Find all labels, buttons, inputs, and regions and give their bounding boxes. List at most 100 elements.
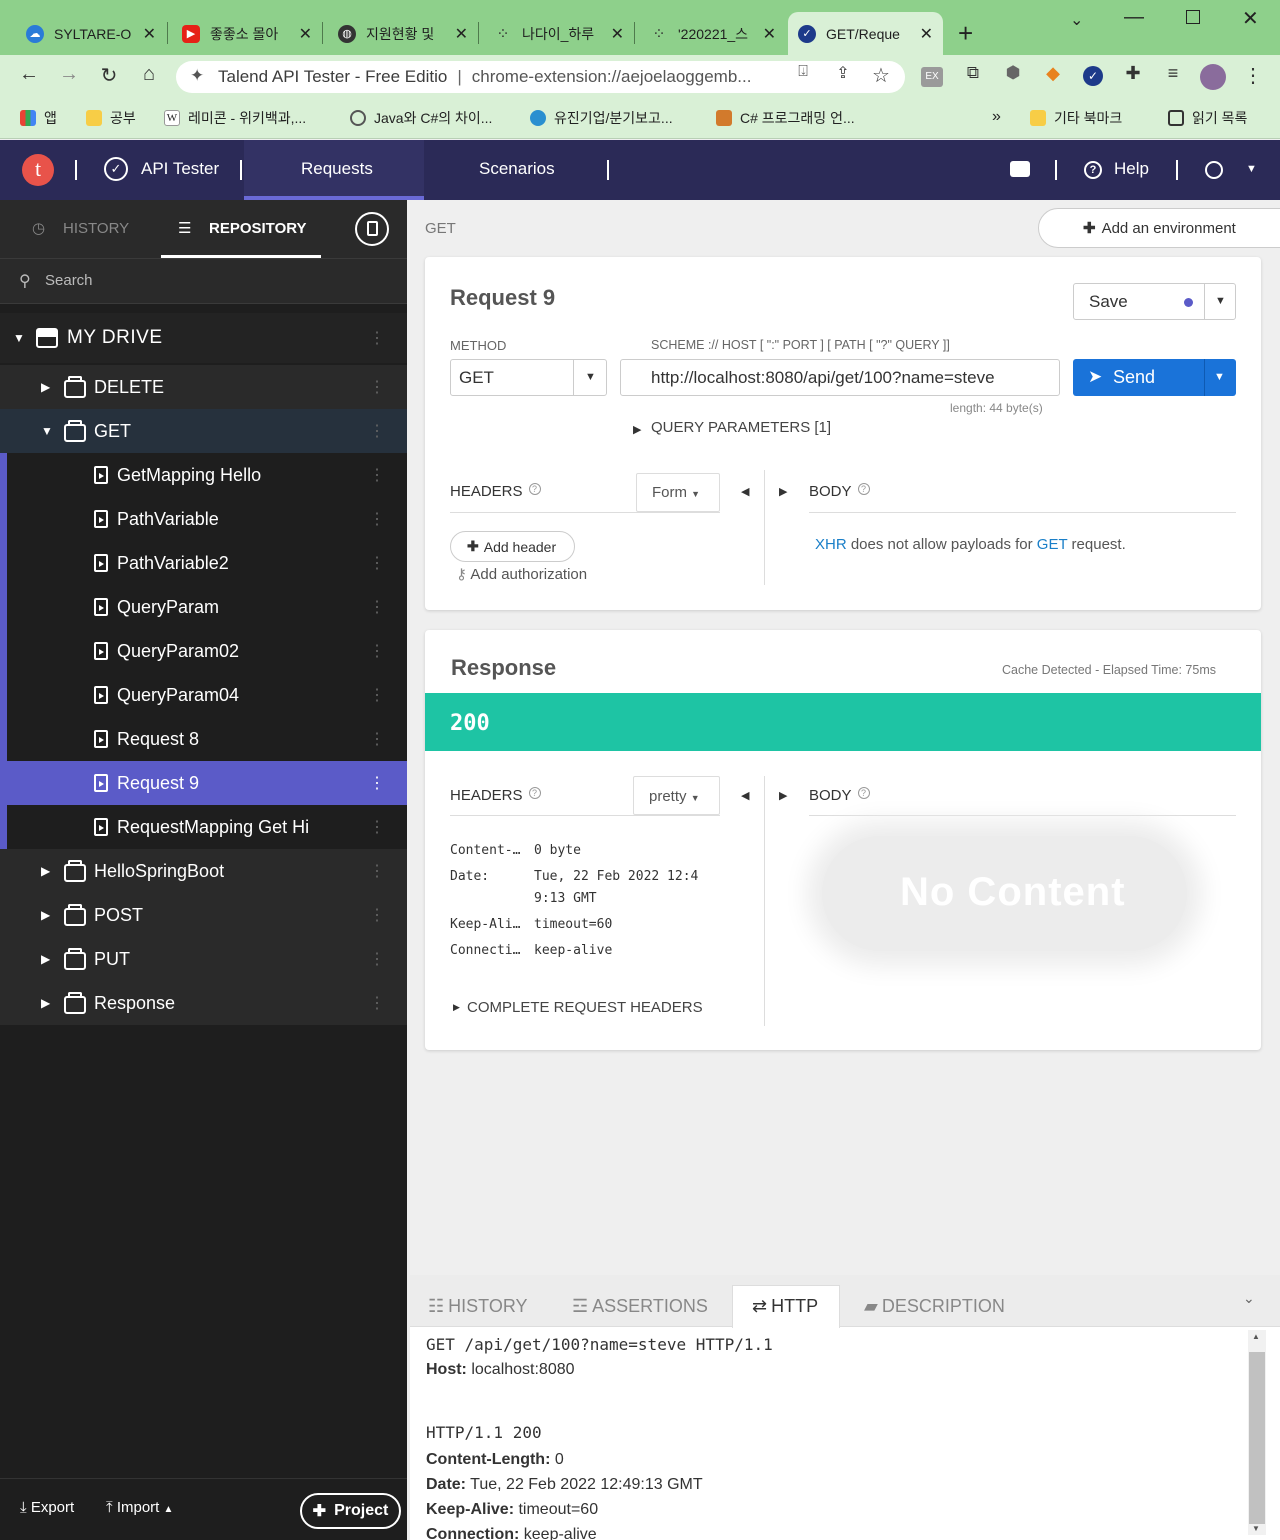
request-row-request-8[interactable]: Request 8 ⋮ [7, 717, 407, 761]
extension-ex-icon[interactable]: EX [921, 67, 943, 87]
window-close-icon[interactable]: ✕ [1242, 6, 1259, 31]
menu-kebab-icon[interactable]: ⋮ [1240, 63, 1266, 88]
help-link[interactable]: Help [1114, 159, 1149, 179]
add-project-button[interactable]: ✚ Project [300, 1493, 401, 1529]
more-options-icon[interactable]: ⋮ [369, 328, 385, 348]
back-icon[interactable]: ← [16, 63, 42, 86]
bookmarks-overflow-button[interactable]: » [992, 108, 1001, 126]
method-select[interactable]: GET ▼ [450, 359, 607, 396]
more-options-icon[interactable]: ⋮ [369, 421, 385, 441]
save-options-chevron-icon[interactable]: ▼ [1215, 295, 1226, 307]
home-icon[interactable]: ⌂ [136, 63, 162, 86]
close-tab-icon[interactable]: ✕ [143, 24, 156, 44]
browser-tab-active[interactable]: ✓ GET/Reque ✕ [788, 12, 943, 55]
help-icon[interactable]: ? [857, 483, 870, 495]
query-parameters-toggle[interactable]: QUERY PARAMETERS [1] [651, 419, 831, 436]
close-tab-icon[interactable]: ✕ [763, 24, 776, 44]
url-input[interactable]: http://localhost:8080/api/get/100?name=s… [620, 359, 1060, 396]
product-name[interactable]: API Tester [141, 159, 219, 179]
more-options-icon[interactable]: ⋮ [369, 597, 385, 617]
bottom-tab-http[interactable]: ⇄ HTTP [752, 1285, 818, 1327]
request-row-request-9-selected[interactable]: Request 9 ⋮ [7, 761, 407, 805]
browser-tab[interactable]: ☁ SYLTARE-O ✕ [16, 12, 166, 55]
help-circle-icon[interactable]: ? [1084, 161, 1102, 179]
bookmark-apps[interactable]: 앱 [20, 108, 57, 128]
account-chevron-down-icon[interactable]: ▼ [1246, 163, 1257, 175]
scrollbar-thumb[interactable] [1249, 1352, 1265, 1524]
more-options-icon[interactable]: ⋮ [369, 905, 385, 925]
save-button[interactable]: Save [1089, 292, 1128, 312]
close-tab-icon[interactable]: ✕ [920, 24, 933, 44]
help-icon[interactable]: ? [528, 483, 541, 495]
talend-logo[interactable]: t [22, 154, 54, 186]
reading-list[interactable]: 읽기 목록 [1168, 108, 1247, 128]
media-control-icon[interactable]: ≡ [1160, 63, 1186, 84]
response-headers-mode-select[interactable]: pretty ▼ [633, 776, 720, 815]
request-row-pathvariable2[interactable]: PathVariable2 ⋮ [7, 541, 407, 585]
scrollbar-track[interactable]: ▲ ▼ [1248, 1330, 1266, 1535]
more-options-icon[interactable]: ⋮ [369, 993, 385, 1013]
more-options-icon[interactable]: ⋮ [369, 553, 385, 573]
feedback-chat-icon[interactable] [1010, 161, 1030, 177]
bottom-tab-assertions[interactable]: ☲ ASSERTIONS [572, 1285, 708, 1327]
close-tab-icon[interactable]: ✕ [299, 24, 312, 44]
help-icon[interactable]: ? [857, 787, 870, 799]
scroll-down-arrow-icon[interactable]: ▼ [1252, 1524, 1260, 1533]
extension-talend-icon[interactable]: ✓ [1083, 66, 1103, 86]
search-input[interactable]: Search [45, 272, 93, 289]
my-drive-row[interactable]: ▼ MY DRIVE ⋮ [0, 313, 407, 363]
more-options-icon[interactable]: ⋮ [369, 773, 385, 793]
profile-avatar[interactable] [1200, 64, 1226, 90]
new-file-button[interactable] [355, 212, 389, 246]
close-tab-icon[interactable]: ✕ [455, 24, 468, 44]
bottom-tab-description[interactable]: ▰ DESCRIPTION [864, 1285, 1005, 1327]
reload-icon[interactable]: ↻ [96, 63, 122, 88]
collapse-left-icon[interactable]: ◀ [741, 789, 749, 802]
extension-fox-icon[interactable]: ◆ [1040, 63, 1066, 84]
more-options-icon[interactable]: ⋮ [369, 949, 385, 969]
request-row-getmapping-hello[interactable]: GetMapping Hello ⋮ [7, 453, 407, 497]
headers-mode-select[interactable]: Form ▼ [636, 473, 720, 512]
collapse-left-icon[interactable]: ◀ [741, 485, 749, 498]
add-authorization-link[interactable]: ⚷ Add authorization [456, 565, 587, 583]
new-tab-button[interactable]: + [958, 18, 973, 49]
add-header-button[interactable]: ✚ Add header [450, 531, 575, 562]
nav-tab-scenarios[interactable]: Scenarios [479, 159, 555, 179]
collapse-right-icon[interactable]: ▶ [779, 485, 787, 498]
more-options-icon[interactable]: ⋮ [369, 817, 385, 837]
bookmark-java-csharp[interactable]: Java와 C#의 차이... [350, 108, 492, 128]
bookmark-wikipedia[interactable]: W 레미콘 - 위키백과,... [164, 108, 306, 128]
more-options-icon[interactable]: ⋮ [369, 509, 385, 529]
help-icon[interactable]: ? [528, 787, 541, 799]
close-tab-icon[interactable]: ✕ [611, 24, 624, 44]
extensions-puzzle-icon[interactable]: ✚ [1120, 63, 1146, 84]
more-options-icon[interactable]: ⋮ [369, 861, 385, 881]
sidebar-tab-history[interactable]: HISTORY [63, 220, 129, 237]
request-row-queryparam02[interactable]: QueryParam02 ⋮ [7, 629, 407, 673]
bookmark-other[interactable]: 기타 북마크 [1030, 108, 1122, 128]
folder-row-delete[interactable]: ▶ DELETE ⋮ [0, 365, 407, 409]
user-account-icon[interactable] [1205, 161, 1223, 179]
more-options-icon[interactable]: ⋮ [369, 377, 385, 397]
request-row-queryparam[interactable]: QueryParam ⋮ [7, 585, 407, 629]
tab-search-icon[interactable]: ⌄ [1070, 10, 1083, 30]
extension-cast-icon[interactable]: ⧉ [960, 63, 986, 83]
request-row-queryparam04[interactable]: QueryParam04 ⋮ [7, 673, 407, 717]
extension-k-icon[interactable]: ⬢ [1000, 63, 1026, 83]
collapse-panel-chevron-icon[interactable]: ⌄ [1243, 1290, 1255, 1307]
bookmark-eugene[interactable]: 유진기업/분기보고... [530, 108, 673, 128]
bottom-tab-history[interactable]: ☷ HISTORY [428, 1285, 528, 1327]
send-button[interactable]: Send [1113, 367, 1155, 388]
translate-icon[interactable]: ⍗ [790, 63, 816, 81]
bookmark-study[interactable]: 공부 [86, 108, 136, 128]
forward-icon[interactable]: → [56, 63, 82, 86]
share-icon[interactable]: ⇪ [830, 63, 856, 83]
bookmark-star-icon[interactable]: ☆ [868, 63, 894, 88]
collapse-right-icon[interactable]: ▶ [779, 789, 787, 802]
export-button[interactable]: ⤓ Export [20, 1499, 74, 1516]
more-options-icon[interactable]: ⋮ [369, 685, 385, 705]
folder-row-post[interactable]: ▶ POST ⋮ [0, 893, 407, 937]
scroll-up-arrow-icon[interactable]: ▲ [1252, 1332, 1260, 1341]
minimize-icon[interactable]: — [1124, 6, 1144, 29]
more-options-icon[interactable]: ⋮ [369, 729, 385, 749]
